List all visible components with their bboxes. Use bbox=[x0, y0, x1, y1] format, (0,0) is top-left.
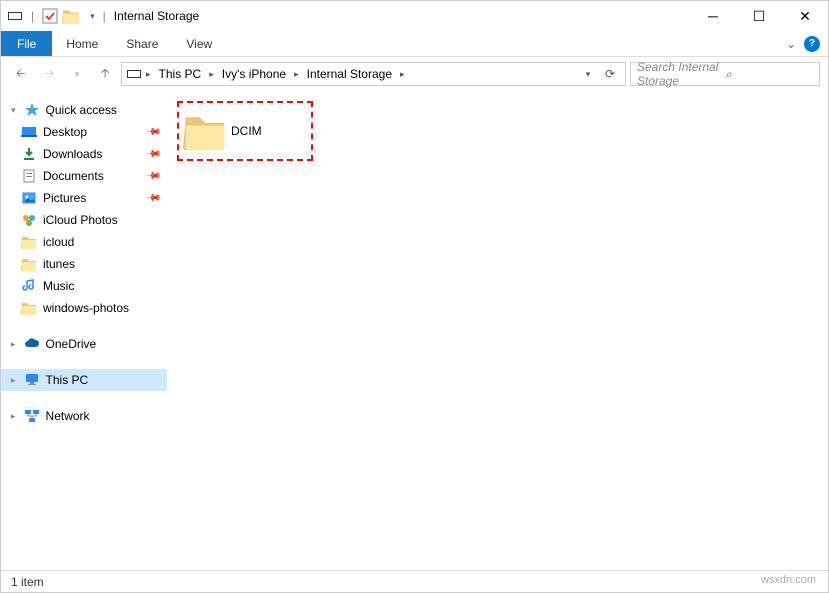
network-icon bbox=[24, 408, 40, 424]
separator: | bbox=[103, 9, 106, 23]
address-bar[interactable]: ▸ This PC ▸ Ivy's iPhone ▸ Internal Stor… bbox=[121, 62, 626, 86]
sidebar-item-label: iCloud Photos bbox=[43, 213, 118, 227]
qat-dropdown-icon[interactable]: ▾ bbox=[90, 11, 95, 22]
chevron-right-icon[interactable]: ▸ bbox=[207, 69, 216, 80]
onedrive-icon bbox=[24, 336, 40, 352]
chevron-right-icon[interactable]: ▸ bbox=[11, 375, 16, 386]
sidebar-item-label: windows-photos bbox=[43, 301, 129, 315]
sidebar-item-label: This PC bbox=[46, 373, 89, 387]
downloads-icon bbox=[21, 146, 37, 162]
icloud-photos-icon bbox=[21, 212, 37, 228]
sidebar-item-icloud-photos[interactable]: iCloud Photos bbox=[1, 209, 167, 231]
item-count: 1 item bbox=[11, 575, 44, 589]
tab-view[interactable]: View bbox=[172, 31, 226, 56]
status-bar: 1 item bbox=[1, 570, 828, 592]
window-title: Internal Storage bbox=[114, 9, 199, 23]
sidebar-item-label: Network bbox=[46, 409, 90, 423]
chevron-down-icon[interactable]: ▾ bbox=[11, 105, 16, 116]
sidebar-item-label: OneDrive bbox=[46, 337, 97, 351]
sidebar-item-label: itunes bbox=[43, 257, 75, 271]
help-icon[interactable]: ? bbox=[804, 36, 820, 52]
sidebar-item-label: Pictures bbox=[43, 191, 86, 205]
search-input[interactable]: Search Internal Storage ⌕ bbox=[630, 62, 820, 86]
chevron-right-icon[interactable]: ▸ bbox=[292, 69, 301, 80]
chevron-right-icon[interactable]: ▸ bbox=[11, 339, 16, 350]
separator: | bbox=[31, 9, 34, 23]
folder-label: DCIM bbox=[231, 124, 307, 138]
sidebar-item-music[interactable]: Music bbox=[1, 275, 167, 297]
chevron-right-icon[interactable]: ▸ bbox=[144, 69, 153, 80]
sidebar-item-documents[interactable]: Documents 📌 bbox=[1, 165, 167, 187]
documents-icon bbox=[21, 168, 37, 184]
close-button[interactable]: ✕ bbox=[782, 1, 828, 31]
sidebar-item-icloud[interactable]: icloud bbox=[1, 231, 167, 253]
breadcrumb-device[interactable]: Ivy's iPhone bbox=[218, 67, 290, 81]
up-button[interactable]: 🡡 bbox=[93, 62, 117, 86]
breadcrumb-this-pc[interactable]: This PC bbox=[155, 67, 206, 81]
watermark: wsxdn.com bbox=[761, 574, 816, 586]
recent-locations-button[interactable]: ▾ bbox=[65, 62, 89, 86]
navigation-bar: 🡠 🡢 ▾ 🡡 ▸ This PC ▸ Ivy's iPhone ▸ Inter… bbox=[1, 57, 828, 91]
device-icon bbox=[7, 8, 23, 24]
sidebar-item-label: Desktop bbox=[43, 125, 87, 139]
sidebar-this-pc[interactable]: ▸ This PC bbox=[1, 369, 167, 391]
folder-icon bbox=[183, 109, 227, 153]
titlebar: | ▾ | Internal Storage ─ ☐ ✕ bbox=[1, 1, 828, 31]
search-icon[interactable]: ⌕ bbox=[725, 67, 813, 82]
folder-icon bbox=[21, 256, 37, 272]
sidebar-item-downloads[interactable]: Downloads 📌 bbox=[1, 143, 167, 165]
chevron-right-icon[interactable]: ▸ bbox=[398, 69, 407, 80]
folder-dcim[interactable]: DCIM bbox=[177, 101, 313, 161]
address-dropdown-button[interactable]: ▾ bbox=[577, 63, 599, 85]
sidebar-item-label: Music bbox=[43, 279, 74, 293]
refresh-button[interactable]: ⟳ bbox=[599, 63, 621, 85]
navigation-pane: ▾ Quick access Desktop 📌 Downloads 📌 Doc… bbox=[1, 91, 167, 570]
pin-icon: 📌 bbox=[144, 168, 161, 185]
sidebar-item-label: icloud bbox=[43, 235, 74, 249]
music-icon bbox=[21, 278, 37, 294]
sidebar-network[interactable]: ▸ Network bbox=[1, 405, 167, 427]
pin-icon: 📌 bbox=[144, 190, 161, 207]
device-icon bbox=[126, 66, 142, 82]
content-pane[interactable]: DCIM bbox=[167, 91, 828, 570]
sidebar-item-label: Quick access bbox=[46, 103, 117, 117]
pictures-icon bbox=[21, 190, 37, 206]
sidebar-onedrive[interactable]: ▸ OneDrive bbox=[1, 333, 167, 355]
search-placeholder: Search Internal Storage bbox=[637, 60, 725, 88]
folder-icon bbox=[21, 234, 37, 250]
pin-icon: 📌 bbox=[144, 124, 161, 141]
maximize-button[interactable]: ☐ bbox=[736, 1, 782, 31]
sidebar-item-desktop[interactable]: Desktop 📌 bbox=[1, 121, 167, 143]
folder-icon bbox=[62, 7, 80, 25]
file-tab[interactable]: File bbox=[1, 31, 52, 56]
tab-share[interactable]: Share bbox=[112, 31, 172, 56]
sidebar-item-label: Downloads bbox=[43, 147, 102, 161]
breadcrumb-internal-storage[interactable]: Internal Storage bbox=[303, 67, 396, 81]
chevron-right-icon[interactable]: ▸ bbox=[11, 411, 16, 422]
sidebar-item-itunes[interactable]: itunes bbox=[1, 253, 167, 275]
forward-button[interactable]: 🡢 bbox=[37, 62, 61, 86]
minimize-button[interactable]: ─ bbox=[690, 1, 736, 31]
ribbon-expand-icon[interactable]: ⌄ bbox=[786, 37, 796, 51]
back-button[interactable]: 🡠 bbox=[9, 62, 33, 86]
pin-icon: 📌 bbox=[144, 146, 161, 163]
tab-home[interactable]: Home bbox=[52, 31, 112, 56]
this-pc-icon bbox=[24, 372, 40, 388]
sidebar-item-label: Documents bbox=[43, 169, 104, 183]
sidebar-quick-access[interactable]: ▾ Quick access bbox=[1, 99, 167, 121]
sidebar-item-windows-photos[interactable]: windows-photos bbox=[1, 297, 167, 319]
star-icon bbox=[24, 102, 40, 118]
sidebar-item-pictures[interactable]: Pictures 📌 bbox=[1, 187, 167, 209]
desktop-icon bbox=[21, 124, 37, 140]
ribbon-tabs: File Home Share View ⌄ ? bbox=[1, 31, 828, 57]
properties-checkbox-icon[interactable] bbox=[42, 8, 58, 24]
folder-icon bbox=[21, 300, 37, 316]
